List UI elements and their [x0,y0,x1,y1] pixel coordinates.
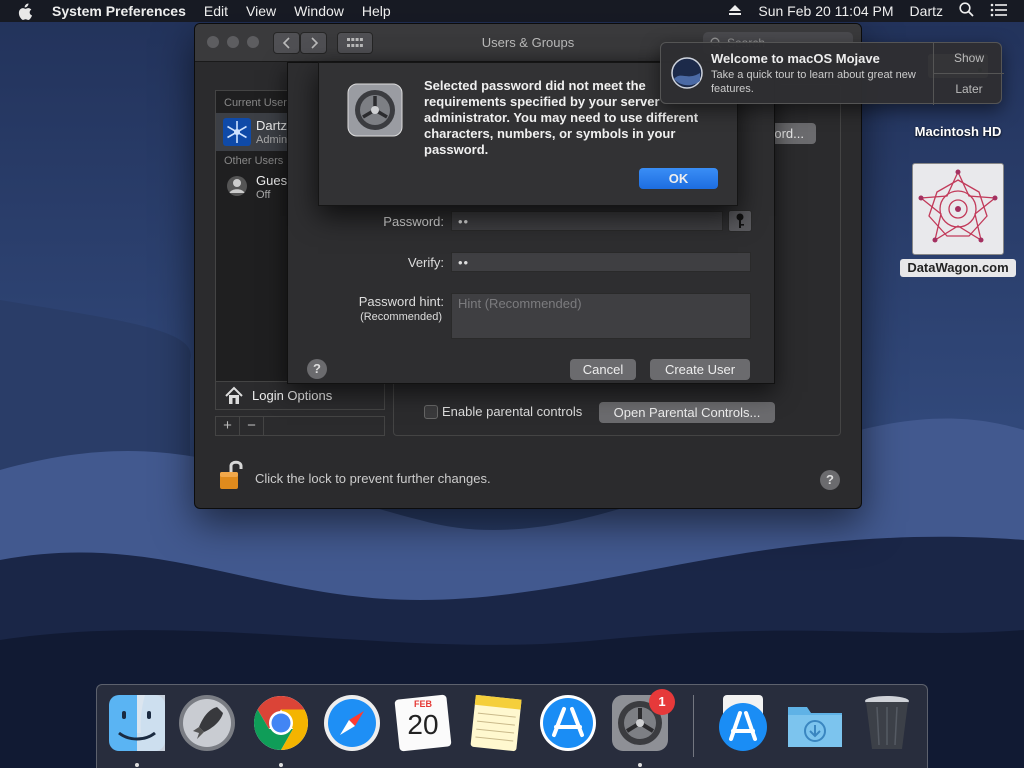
menu-app-name[interactable]: System Preferences [52,3,186,19]
welcome-notification[interactable]: Welcome to macOS Mojave Take a quick tou… [660,42,1004,105]
verify-label: Verify: [407,255,444,270]
guest-user-status: Off [256,189,271,201]
eject-icon[interactable] [728,3,742,19]
menu-bar: System Preferences Edit View Window Help… [0,0,1024,22]
user-avatar-snowflake-icon [223,118,251,146]
menu-user[interactable]: Dartz [910,3,943,19]
finder-running-indicator [135,763,139,767]
calendar-day: 20 [407,709,439,740]
add-user-button[interactable]: + [216,417,240,435]
cancel-button[interactable]: Cancel [570,359,636,380]
downloads-folder-icon[interactable] [785,693,845,753]
desktop: System Preferences Edit View Window Help… [0,0,1024,768]
menu-window[interactable]: Window [294,3,344,19]
parental-controls-checkbox[interactable] [424,405,438,419]
app-store-icon[interactable] [538,693,598,753]
system-preferences-running-indicator [638,763,642,767]
sheet-help-button[interactable]: ? [307,359,327,379]
mojave-icon [671,57,703,89]
menu-clock[interactable]: Sun Feb 20 11:04 PM [758,3,893,19]
add-remove-bar: + − [215,416,385,436]
lock-status-text: Click the lock to prevent further change… [255,471,491,486]
current-user-role: Admin [256,134,288,146]
password-field[interactable]: •• [451,211,723,231]
spotlight-icon[interactable] [959,2,974,20]
chrome-running-indicator [279,763,283,767]
lock-open-icon[interactable] [219,459,243,491]
notification-title: Welcome to macOS Mojave [711,51,880,66]
apple-menu-icon[interactable] [18,0,38,22]
notification-later-button[interactable]: Later [934,74,1004,105]
other-users-header: Other Users [224,155,284,167]
dock-divider [693,695,694,757]
window-help-button[interactable]: ? [820,470,840,490]
app-store-download-icon[interactable] [713,693,773,753]
notes-icon[interactable] [465,693,525,753]
password-hint-sublabel: (Recommended) [360,311,442,323]
login-options-row[interactable]: Login Options [215,382,385,410]
notification-center-icon[interactable] [990,3,1008,20]
notification-actions: Show Later [933,43,1004,105]
calendar-month: FEB [414,699,432,709]
datawagon-label[interactable]: DataWagon.com [900,259,1016,277]
system-preferences-gear-icon [347,83,403,137]
menu-view[interactable]: View [246,3,276,19]
dock: FEB 20 1 [96,684,928,768]
system-preferences-badge: 1 [649,689,675,715]
create-user-button[interactable]: Create User [650,359,750,380]
open-parental-controls-button[interactable]: Open Parental Controls... [599,402,775,423]
login-options-label: Login Options [252,388,333,403]
current-user-name: Dartz [256,118,288,133]
house-icon [225,386,243,404]
ok-button[interactable]: OK [639,168,718,189]
safari-icon[interactable] [322,693,382,753]
finder-icon[interactable] [107,693,167,753]
notification-body: Take a quick tour to learn about great n… [711,69,916,95]
chrome-icon[interactable] [251,693,311,753]
launchpad-icon[interactable] [177,693,237,753]
guest-user-icon [226,175,248,197]
password-hint-label: Password hint: [358,294,444,309]
current-users-header: Current Users [224,97,293,109]
datawagon-file-icon[interactable] [912,163,1004,255]
password-assistant-key-icon[interactable] [728,210,752,232]
menu-extras: Sun Feb 20 11:04 PM Dartz [728,0,1024,22]
menu-edit[interactable]: Edit [204,3,228,19]
calendar-icon[interactable]: FEB 20 [393,693,453,753]
password-label: Password: [383,214,444,229]
macintosh-hd-label[interactable]: Macintosh HD [900,124,1016,139]
password-hint-field[interactable]: Hint (Recommended) [451,293,751,339]
menu-help[interactable]: Help [362,3,391,19]
parental-controls-label: Enable parental controls [442,404,583,419]
trash-icon[interactable] [857,693,917,753]
remove-user-button[interactable]: − [240,417,264,435]
notification-show-button[interactable]: Show [934,43,1004,74]
verify-field[interactable]: •• [451,252,751,272]
